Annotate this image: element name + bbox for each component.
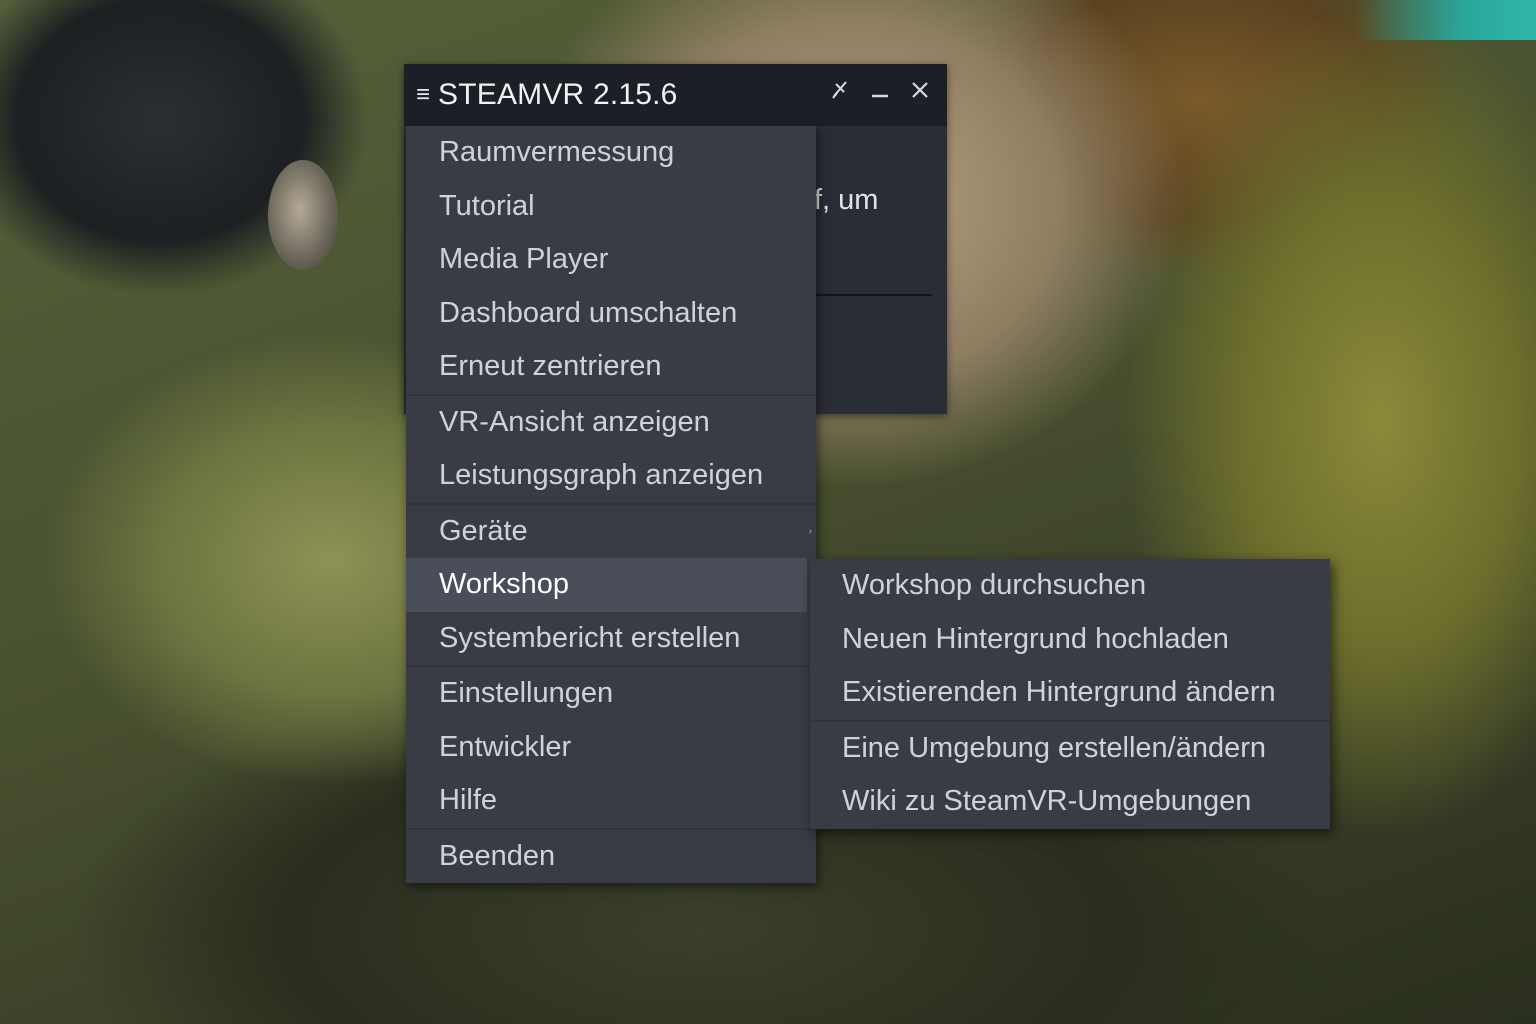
menu-item-label: Geräte <box>439 514 528 547</box>
minimize-button[interactable] <box>867 78 893 110</box>
wallpaper-turtle-eye <box>268 160 338 270</box>
menu-item-raumvermessung[interactable]: Raumvermessung <box>406 126 816 180</box>
main-menu: Raumvermessung Tutorial Media Player Das… <box>406 126 816 883</box>
close-icon <box>912 82 928 98</box>
menu-item-label: Systembericht erstellen <box>439 621 741 654</box>
menu-item-geraete[interactable]: Geräte › <box>406 502 816 559</box>
hamburger-icon[interactable]: ≡ <box>416 81 436 109</box>
menu-item-workshop[interactable]: Workshop <box>406 558 807 612</box>
minimize-icon <box>872 94 888 98</box>
submenu-item-workshop-durchsuchen[interactable]: Workshop durchsuchen <box>810 559 1330 613</box>
chevron-right-icon: › <box>808 525 812 537</box>
window-body-text: f, um <box>814 184 879 216</box>
titlebar: ≡ STEAMVR 2.15.6 <box>404 64 947 126</box>
submenu-item-hintergrund-hochladen[interactable]: Neuen Hintergrund hochladen <box>810 613 1330 667</box>
pin-icon[interactable] <box>827 78 853 110</box>
window-divider <box>814 294 932 296</box>
submenu-item-hintergrund-aendern[interactable]: Existierenden Hintergrund ändern <box>810 666 1330 720</box>
menu-item-label: Media Player <box>439 243 609 276</box>
menu-item-label: Raumvermessung <box>439 136 675 169</box>
pin-icon-svg <box>832 81 847 99</box>
menu-item-label: Einstellungen <box>439 677 614 710</box>
submenu-item-umgebung-erstellen[interactable]: Eine Umgebung erstellen/ändern <box>810 719 1330 776</box>
menu-item-label: VR-Ansicht anzeigen <box>439 405 710 438</box>
submenu-item-label: Existierenden Hintergrund ändern <box>842 676 1276 709</box>
menu-item-tutorial[interactable]: Tutorial <box>406 180 816 234</box>
close-button[interactable] <box>907 78 933 110</box>
menu-item-label: Leistungsgraph anzeigen <box>439 459 764 492</box>
menu-item-label: Beenden <box>439 839 556 872</box>
window-controls <box>827 78 933 110</box>
menu-item-beenden[interactable]: Beenden <box>406 827 816 884</box>
menu-item-label: Erneut zentrieren <box>439 350 662 383</box>
menu-item-entwickler[interactable]: Entwickler <box>406 721 816 775</box>
wallpaper-water <box>1356 0 1536 40</box>
menu-item-dashboard-umschalten[interactable]: Dashboard umschalten <box>406 287 816 341</box>
menu-item-vr-ansicht[interactable]: VR-Ansicht anzeigen <box>406 393 816 450</box>
window-title: STEAMVR 2.15.6 <box>438 78 678 111</box>
menu-item-label: Entwickler <box>439 730 572 763</box>
menu-item-erneut-zentrieren[interactable]: Erneut zentrieren <box>406 340 816 394</box>
menu-item-label: Dashboard umschalten <box>439 296 738 329</box>
submenu-item-label: Eine Umgebung erstellen/ändern <box>842 731 1266 764</box>
submenu-item-label: Wiki zu SteamVR-Umgebungen <box>842 785 1252 818</box>
menu-item-systembericht[interactable]: Systembericht erstellen <box>406 612 816 666</box>
menu-item-label: Hilfe <box>439 784 498 817</box>
menu-item-label: Tutorial <box>439 189 535 222</box>
submenu-item-label: Workshop durchsuchen <box>842 569 1147 602</box>
workshop-submenu: Workshop durchsuchen Neuen Hintergrund h… <box>810 559 1330 829</box>
menu-item-leistungsgraph[interactable]: Leistungsgraph anzeigen <box>406 449 816 503</box>
menu-item-hilfe[interactable]: Hilfe <box>406 774 816 828</box>
menu-item-label: Workshop <box>439 568 570 601</box>
menu-item-einstellungen[interactable]: Einstellungen <box>406 665 816 721</box>
submenu-item-label: Neuen Hintergrund hochladen <box>842 622 1229 655</box>
menu-item-media-player[interactable]: Media Player <box>406 233 816 287</box>
submenu-item-wiki-umgebungen[interactable]: Wiki zu SteamVR-Umgebungen <box>810 775 1330 829</box>
